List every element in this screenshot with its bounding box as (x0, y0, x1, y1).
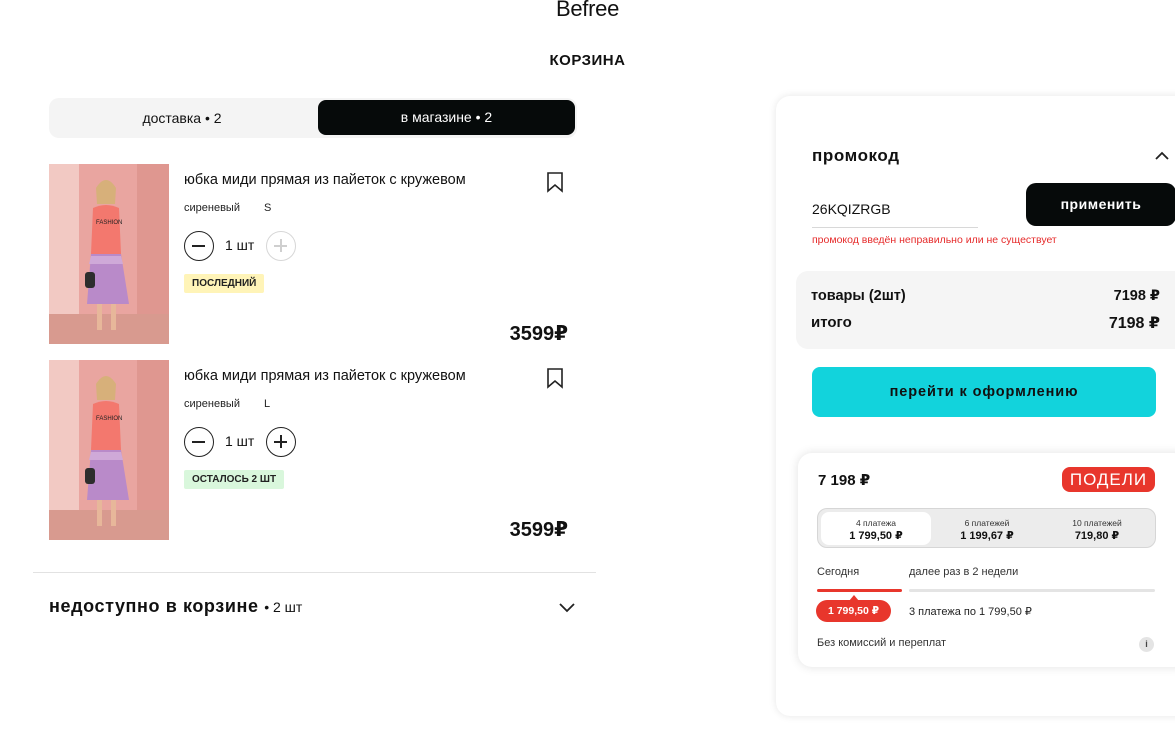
unavailable-section-toggle[interactable]: недоступно в корзине • 2 шт (49, 596, 302, 617)
no-fees-note: Без комиссий и переплат (817, 637, 947, 649)
today-payment-amount: 1 799,50 ₽ (816, 595, 891, 622)
plan-title: 4 платежа (855, 518, 897, 528)
total-label: итого (811, 314, 852, 331)
checkout-button[interactable]: перейти к оформлению (812, 367, 1156, 417)
plan-value: 1 799,50 ₽ (849, 530, 903, 542)
delivery-mode-tabs: доставка • 2 в магазине • 2 (49, 98, 577, 138)
bookmark-icon[interactable] (546, 171, 564, 193)
stock-badge: ОСТАЛОСЬ 2 ШТ (184, 470, 285, 489)
quantity-value: 1 шт (225, 433, 255, 449)
total-value: 7198 ₽ (1108, 315, 1160, 332)
bookmark-icon[interactable] (546, 367, 564, 389)
product-color: сиреневый (184, 202, 240, 214)
goods-label: товары (2шт) (811, 288, 906, 304)
product-image[interactable]: FASHION (49, 164, 169, 344)
svg-text:FASHION: FASHION (96, 220, 122, 226)
schedule-bar-today (817, 589, 902, 592)
promo-code-input[interactable] (812, 190, 978, 228)
unavailable-label: недоступно в корзине (49, 596, 259, 616)
product-size: S (264, 202, 272, 214)
brand-logo[interactable]: Befree (0, 0, 1175, 22)
remaining-payments: 3 платежа по 1 799,50 ₽ (909, 606, 1032, 618)
svg-text:FASHION: FASHION (96, 416, 122, 422)
podeli-logo: ПОДЕЛИ (1062, 467, 1155, 492)
plan-title: 10 платежей (1072, 518, 1122, 528)
tab-in-store[interactable]: в магазине • 2 (318, 100, 575, 135)
product-price: 3599₽ (509, 323, 568, 345)
installment-total: 7 198 ₽ (818, 472, 871, 489)
plan-value: 719,80 ₽ (1074, 530, 1120, 542)
cart-item: FASHION юбка миди прямая из пайеток с кр… (49, 360, 579, 541)
product-size: L (264, 398, 271, 410)
plan-title: 6 платежей (964, 518, 1010, 528)
product-photo-graphic: FASHION (49, 360, 169, 540)
schedule-today-label: Сегодня (817, 566, 860, 578)
goods-value: 7198 ₽ (1113, 288, 1160, 304)
divider (33, 572, 596, 573)
tab-delivery[interactable]: доставка • 2 (49, 98, 315, 138)
unavailable-count: • 2 шт (264, 599, 303, 615)
product-image[interactable]: FASHION (49, 360, 169, 540)
product-color: сиреневый (184, 398, 240, 410)
chevron-down-icon[interactable] (558, 600, 576, 614)
chevron-up-icon[interactable] (1154, 150, 1170, 162)
product-name[interactable]: юбка миди прямая из пайеток с кружевом (184, 368, 466, 384)
installment-plans: 4 платежа 1 799,50 ₽ 6 платежей 1 199,67… (817, 508, 1156, 548)
plus-icon[interactable] (266, 427, 296, 457)
schedule-bar-rest (909, 589, 1155, 592)
schedule-next-label: далее раз в 2 недели (909, 566, 1019, 578)
plan-10-payments[interactable]: 10 платежей 719,80 ₽ (1042, 512, 1152, 545)
cart-item: FASHION юбка миди прямая из пайеток с кр… (49, 164, 579, 345)
product-name[interactable]: юбка миди прямая из пайеток с кружевом (184, 172, 466, 188)
apply-promo-button[interactable]: применить (1026, 183, 1175, 226)
plan-4-payments[interactable]: 4 платежа 1 799,50 ₽ (821, 512, 931, 545)
promo-title[interactable]: промокод (812, 146, 900, 166)
product-photo-graphic: FASHION (49, 164, 169, 344)
minus-icon[interactable] (184, 427, 214, 457)
page-title: КОРЗИНА (549, 52, 626, 69)
quantity-value: 1 шт (225, 237, 255, 253)
plan-6-payments[interactable]: 6 платежей 1 199,67 ₽ (932, 512, 1042, 545)
info-icon[interactable]: i (1139, 637, 1154, 652)
minus-icon[interactable] (184, 231, 214, 261)
plan-value: 1 199,67 ₽ (960, 530, 1014, 542)
product-price: 3599₽ (509, 519, 568, 541)
stock-badge: ПОСЛЕДНИЙ (184, 274, 265, 293)
totals-block: товары (2шт) 7198 ₽ итого 7198 ₽ (796, 271, 1175, 349)
promo-error-message: промокод введён неправильно или не сущес… (812, 234, 1057, 246)
plus-icon[interactable] (266, 231, 296, 261)
